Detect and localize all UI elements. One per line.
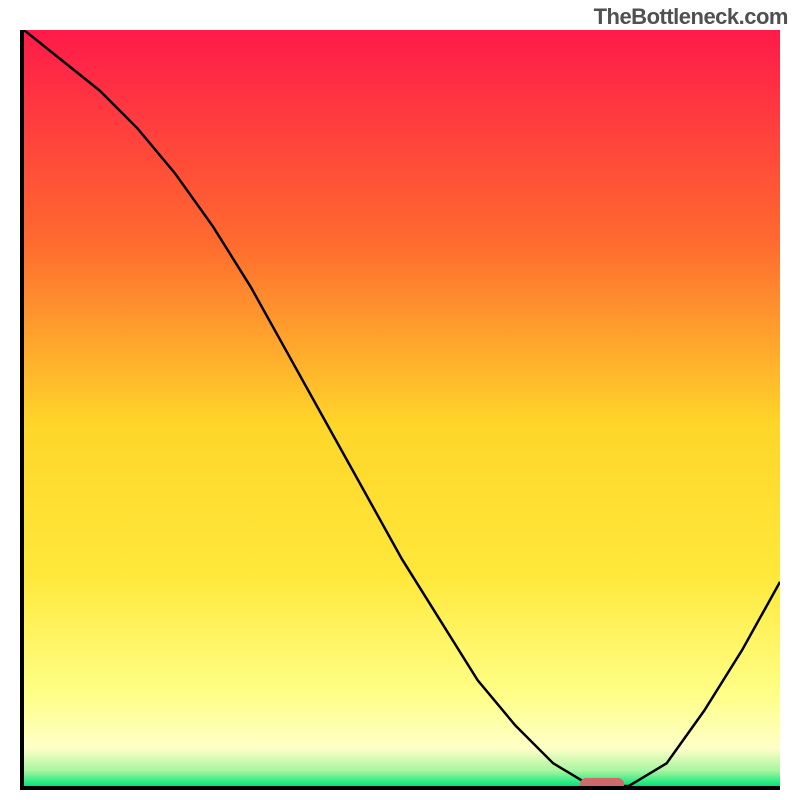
curve-path [24, 30, 780, 786]
chart-plot-area [20, 30, 780, 790]
optimal-point-marker [580, 778, 624, 790]
watermark-text: TheBottleneck.com [594, 4, 788, 30]
bottleneck-curve [24, 30, 780, 786]
